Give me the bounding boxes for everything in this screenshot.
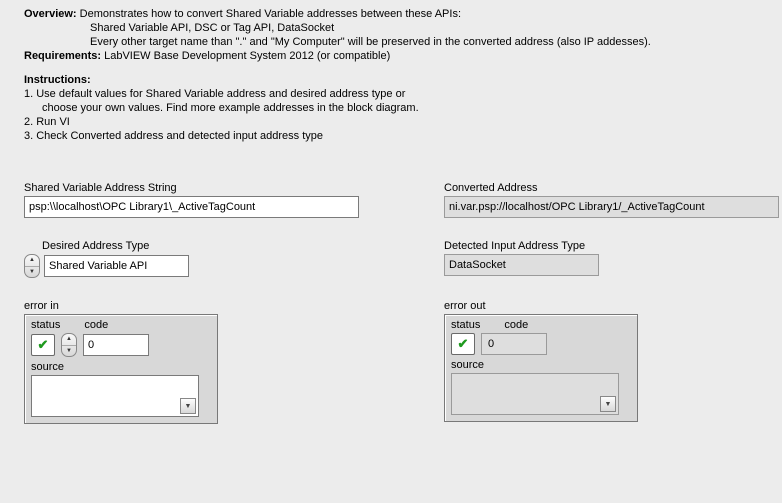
- error-out-code-label: code: [504, 319, 528, 331]
- error-out-status-label: status: [451, 319, 480, 331]
- error-out-label: error out: [444, 300, 758, 312]
- desired-type-label: Desired Address Type: [42, 240, 384, 252]
- overview-line1: Demonstrates how to convert Shared Varia…: [80, 8, 461, 20]
- error-out-source-label: source: [451, 359, 484, 371]
- instructions-line1b: choose your own values. Find more exampl…: [42, 102, 419, 114]
- check-icon: ✔: [458, 336, 469, 352]
- scroll-down-icon[interactable]: ▼: [180, 398, 196, 414]
- error-in-source-field[interactable]: ▼: [31, 375, 199, 417]
- error-in-status-label: status: [31, 319, 60, 331]
- spinner-down-icon[interactable]: ▼: [62, 345, 76, 357]
- error-out-cluster: status code ✔ 0 source ▼: [444, 314, 638, 422]
- error-in-code-label: code: [84, 319, 108, 331]
- scroll-down-icon[interactable]: ▼: [600, 396, 616, 412]
- error-in-code-field[interactable]: 0: [83, 334, 149, 356]
- error-in-label: error in: [24, 300, 384, 312]
- instructions-line1: 1. Use default values for Shared Variabl…: [24, 88, 758, 100]
- error-in-cluster: status code ✔ ▲ ▼ 0 source ▼: [24, 314, 218, 424]
- overview-line2: Shared Variable API, DSC or Tag API, Dat…: [24, 22, 334, 34]
- error-in-code-spinner[interactable]: ▲ ▼: [61, 333, 77, 357]
- requirements-text: LabVIEW Base Development System 2012 (or…: [104, 50, 390, 62]
- input-address-label: Shared Variable Address String: [24, 182, 384, 194]
- error-in-source-label: source: [31, 361, 64, 373]
- error-in-status-led[interactable]: ✔: [31, 334, 55, 356]
- converted-address-field: ni.var.psp://localhost/OPC Library1/_Act…: [444, 196, 779, 218]
- instructions-line2: 2. Run VI: [24, 116, 758, 128]
- spinner-up-icon[interactable]: ▲: [25, 255, 39, 266]
- desired-type-field[interactable]: Shared Variable API: [44, 255, 189, 277]
- error-out-code-field: 0: [481, 333, 547, 355]
- detected-type-field: DataSocket: [444, 254, 599, 276]
- overview-line3: Every other target name than "." and "My…: [24, 36, 651, 48]
- converted-address-label: Converted Address: [444, 182, 758, 194]
- error-out-source-field: ▼: [451, 373, 619, 415]
- spinner-down-icon[interactable]: ▼: [25, 266, 39, 278]
- spinner-up-icon[interactable]: ▲: [62, 334, 76, 345]
- desired-type-spinner[interactable]: ▲ ▼: [24, 254, 40, 278]
- overview-label: Overview:: [24, 8, 77, 20]
- detected-type-label: Detected Input Address Type: [444, 240, 758, 252]
- requirements-label: Requirements:: [24, 50, 101, 62]
- instructions-line3: 3. Check Converted address and detected …: [24, 130, 758, 142]
- input-address-field[interactable]: [24, 196, 359, 218]
- error-out-status-led: ✔: [451, 333, 475, 355]
- instructions-label: Instructions:: [24, 74, 758, 86]
- check-icon: ✔: [38, 337, 49, 353]
